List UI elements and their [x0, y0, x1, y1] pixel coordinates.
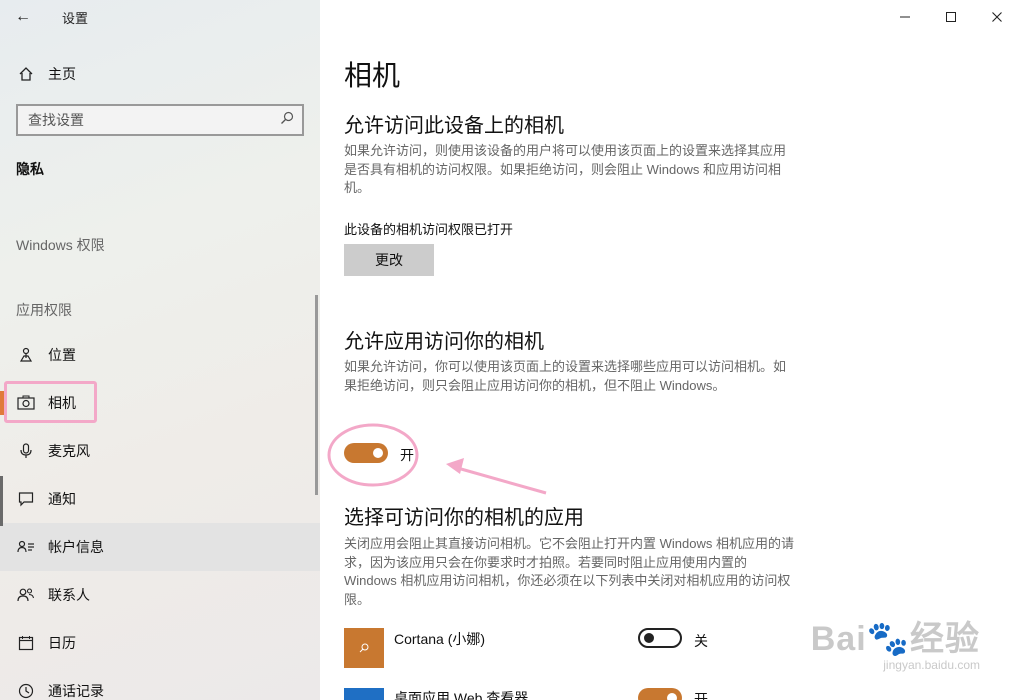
watermark: Bai🐾经验 jingyan.baidu.com [811, 611, 980, 672]
watermark-logo: Bai🐾经验 [810, 620, 980, 658]
watermark-url: jingyan.baidu.com [883, 658, 980, 672]
app-access-heading: 允许应用访问你的相机 [344, 331, 544, 353]
search-box[interactable] [16, 104, 304, 136]
sidebar-item-label: 主页 [48, 66, 76, 82]
back-arrow-icon: ← [15, 8, 31, 25]
app-access-toggle-label: 开 [400, 447, 414, 463]
section-heading-privacy: 隐私 [16, 161, 44, 177]
sidebar-item-label: 通知 [48, 491, 76, 507]
call-history-icon [16, 683, 36, 699]
sidebar-item-label: 日历 [48, 635, 76, 651]
maximize-icon [946, 12, 956, 22]
minimize-button[interactable] [882, 0, 928, 34]
app-name-cortana: Cortana (小娜) [394, 631, 486, 647]
sidebar-item-calendar[interactable]: 日历 [0, 619, 320, 667]
sidebar-item-contacts[interactable]: 联系人 [0, 571, 320, 619]
account-info-icon [16, 539, 36, 555]
minimize-icon [900, 16, 910, 18]
home-icon [16, 66, 36, 82]
search-input[interactable] [28, 112, 268, 128]
sidebar-item-location[interactable]: 位置 [0, 331, 320, 379]
location-icon [16, 347, 36, 363]
cortana-toggle-label: 关 [694, 633, 708, 649]
back-button[interactable]: ← [0, 0, 46, 34]
maximize-button[interactable] [928, 0, 974, 34]
cortana-toggle[interactable] [638, 628, 682, 648]
sidebar-item-label: 麦克风 [48, 443, 90, 459]
app-name-web-viewer: 桌面应用 Web 查看器 [394, 690, 529, 700]
focus-edge-indicator [0, 476, 3, 526]
calendar-icon [16, 635, 36, 651]
toggle-knob [373, 448, 383, 458]
microphone-icon [16, 443, 36, 459]
sidebar-item-label: 位置 [48, 347, 76, 363]
notification-icon [16, 491, 36, 507]
window-controls [882, 0, 1020, 34]
sidebar-item-label: 联系人 [48, 587, 90, 603]
sidebar-scrollbar[interactable] [315, 295, 318, 495]
close-icon [992, 12, 1002, 22]
app-access-description: 如果允许访问，你可以使用该页面上的设置来选择哪些应用可以访问相机。如果拒绝访问，… [344, 359, 787, 393]
choose-apps-description: 关闭应用会阻止其直接访问相机。它不会阻止打开内置 Windows 相机应用的请求… [344, 536, 794, 607]
sidebar-item-notifications[interactable]: 通知 [0, 475, 320, 523]
device-access-description: 如果允许访问，则使用该设备的用户将可以使用该页面上的设置来选择其应用是否具有相机… [344, 143, 787, 195]
annotation-highlight-box [4, 381, 97, 423]
sidebar: ← 设置 主页 隐私 Windows 权限 应用权限 位置 相机 麦克风 [0, 0, 320, 700]
toggle-knob [667, 693, 677, 700]
sidebar-item-call-history[interactable]: 通话记录 [0, 667, 320, 700]
annotation-arrow [453, 465, 547, 495]
titlebar-left: ← 设置 [0, 0, 320, 34]
web-viewer-toggle[interactable] [638, 688, 682, 700]
close-button[interactable] [974, 0, 1020, 34]
main-content: 相机 允许访问此设备上的相机 如果允许访问，则使用该设备的用户将可以使用该页面上… [320, 0, 1020, 700]
choose-apps-heading: 选择可访问你的相机的应用 [344, 507, 584, 529]
group-label-windows: Windows 权限 [16, 237, 105, 253]
web-viewer-toggle-label: 开 [694, 691, 708, 700]
search-icon[interactable] [280, 111, 294, 130]
sidebar-item-home[interactable]: 主页 [0, 50, 320, 98]
app-tile-cortana [344, 628, 384, 668]
change-button[interactable]: 更改 [344, 244, 434, 276]
app-title: 设置 [62, 10, 89, 26]
sidebar-item-label: 帐户信息 [48, 539, 104, 555]
page-title: 相机 [344, 60, 401, 91]
toggle-knob [644, 633, 654, 643]
cortana-search-icon [359, 643, 369, 653]
sidebar-item-account-info[interactable]: 帐户信息 [0, 523, 320, 571]
sidebar-item-label: 通话记录 [48, 683, 104, 699]
sidebar-item-microphone[interactable]: 麦克风 [0, 427, 320, 475]
app-tile-web-viewer [344, 688, 384, 700]
device-access-status: 此设备的相机访问权限已打开 [344, 222, 514, 237]
group-label-apps: 应用权限 [16, 302, 72, 318]
contacts-icon [16, 587, 36, 603]
device-access-heading: 允许访问此设备上的相机 [344, 115, 564, 137]
app-access-toggle[interactable] [344, 443, 388, 463]
annotation-arrow-head [446, 458, 464, 474]
